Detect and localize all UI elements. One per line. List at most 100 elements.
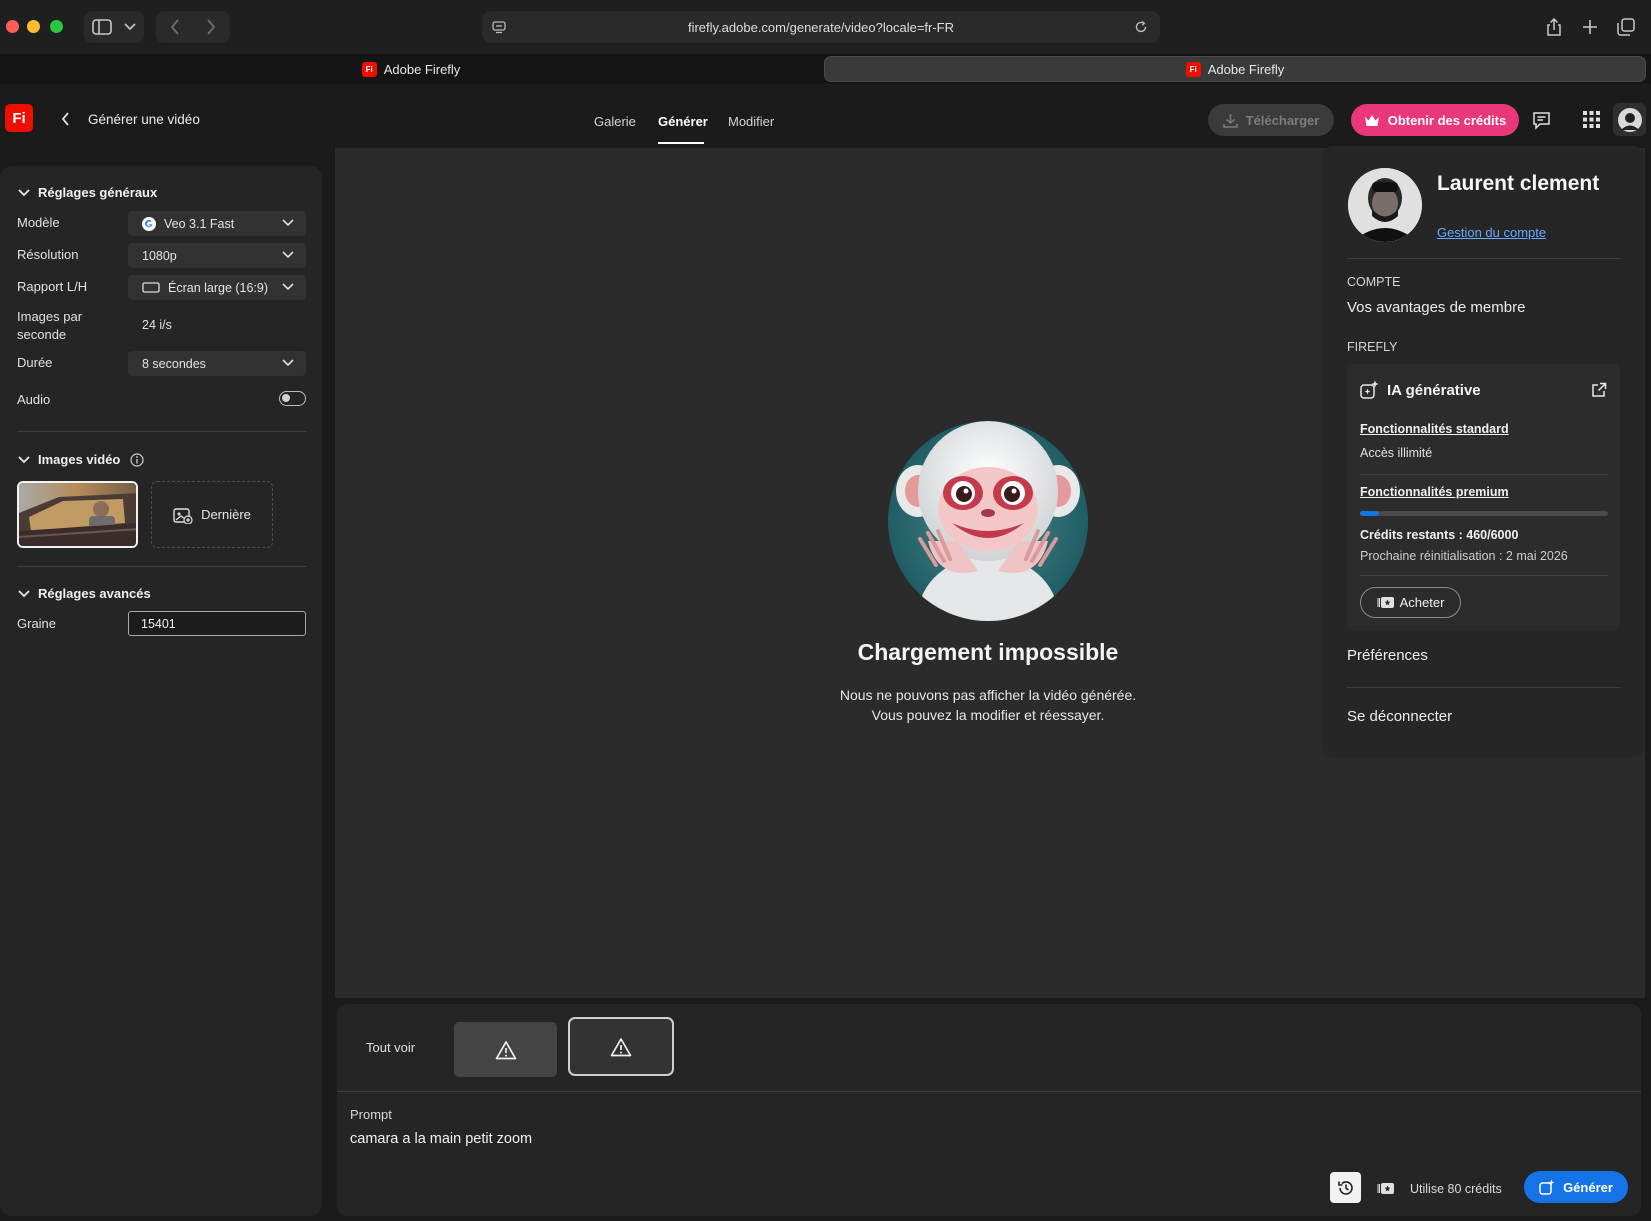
avatar	[1617, 107, 1642, 132]
credits-progress-bar	[1360, 511, 1608, 516]
video-images-header[interactable]: Images vidéo	[18, 452, 144, 467]
back-arrow-icon[interactable]	[170, 19, 180, 35]
ratio-select[interactable]: Écran large (16:9)	[128, 275, 306, 300]
get-credits-button[interactable]: Obtenir des crédits	[1351, 104, 1519, 136]
generation-thumbnail[interactable]	[454, 1022, 557, 1077]
tab-overview-button[interactable]	[1612, 11, 1640, 43]
share-button[interactable]	[1540, 11, 1568, 43]
advanced-settings-header[interactable]: Réglages avancés	[18, 586, 151, 601]
see-all-link[interactable]: Tout voir	[366, 1040, 415, 1055]
minimize-window-button[interactable]	[27, 20, 40, 33]
info-icon[interactable]	[130, 452, 144, 467]
member-benefits-link[interactable]: Vos avantages de membre	[1347, 299, 1525, 316]
history-button[interactable]	[1330, 1172, 1361, 1203]
plus-icon	[1583, 20, 1597, 34]
buy-label: Acheter	[1399, 595, 1445, 610]
generation-thumbnail-selected[interactable]	[568, 1017, 674, 1076]
address-bar[interactable]: firefly.adobe.com/generate/video?locale=…	[482, 11, 1160, 43]
firefly-logo[interactable]: Fi	[5, 104, 33, 132]
genai-card: IA générative Fonctionnalités standard A…	[1347, 364, 1620, 630]
account-management-link[interactable]: Gestion du compte	[1437, 225, 1546, 240]
model-value: Veo 3.1 Fast	[164, 216, 235, 231]
logout-link[interactable]: Se déconnecter	[1347, 708, 1452, 725]
last-frame-label: Dernière	[201, 507, 251, 522]
fps-value: 24 i/s	[142, 318, 172, 332]
apps-grid-icon[interactable]	[1583, 111, 1600, 128]
model-select[interactable]: Veo 3.1 Fast	[128, 211, 306, 236]
credits-icon	[1377, 597, 1394, 608]
resolution-select[interactable]: 1080p	[128, 243, 306, 268]
premium-features-link[interactable]: Fonctionnalités premium	[1360, 485, 1509, 499]
zoom-window-button[interactable]	[50, 20, 63, 33]
firefly-favicon-icon: Fi	[361, 61, 377, 77]
back-arrow-icon[interactable]	[61, 112, 70, 126]
sidebar-icon	[92, 19, 112, 35]
settings-panel: Réglages généraux Modèle Veo 3.1 Fast Ré…	[0, 166, 322, 1216]
close-window-button[interactable]	[6, 20, 19, 33]
general-settings-header[interactable]: Réglages généraux	[18, 185, 157, 200]
last-frame-dropzone[interactable]: Dernière	[151, 481, 273, 548]
generate-label: Générer	[1563, 1179, 1613, 1195]
first-frame-thumbnail[interactable]	[17, 481, 138, 548]
buy-button[interactable]: Acheter	[1360, 587, 1461, 618]
fps-label-line1: Images par	[17, 309, 83, 324]
error-title: Chargement impossible	[857, 639, 1119, 665]
audio-toggle[interactable]	[279, 391, 306, 406]
feedback-icon[interactable]	[1532, 111, 1551, 130]
divider	[17, 431, 306, 432]
download-button[interactable]: Télécharger	[1208, 104, 1334, 136]
browser-tab-active[interactable]: Fi Adobe Firefly	[824, 56, 1646, 82]
tab-modifier[interactable]: Modifier	[728, 114, 774, 129]
credits-progress-fill	[1360, 511, 1380, 516]
credits-icon	[1377, 1183, 1394, 1194]
share-icon	[1547, 18, 1561, 36]
tab-generer[interactable]: Générer	[658, 114, 708, 129]
external-link-icon[interactable]	[1591, 382, 1607, 398]
reload-icon[interactable]	[1134, 20, 1148, 34]
sidebar-toggle-button[interactable]	[84, 11, 144, 43]
get-credits-label: Obtenir des crédits	[1387, 112, 1507, 128]
fps-label: Images par seconde	[17, 308, 82, 344]
widescreen-icon	[142, 282, 160, 293]
history-icon	[1337, 1180, 1353, 1195]
history-nav	[156, 11, 230, 43]
standard-features-link[interactable]: Fonctionnalités standard	[1360, 422, 1509, 436]
preferences-link[interactable]: Préférences	[1347, 647, 1428, 664]
chevron-down-icon	[282, 359, 294, 367]
account-section-label: COMPTE	[1347, 275, 1401, 289]
page-settings-icon[interactable]	[492, 20, 506, 34]
prompt-textarea[interactable]: camara a la main petit zoom	[350, 1131, 1450, 1147]
tab-strip: Fi Adobe Firefly Fi Adobe Firefly	[0, 54, 1651, 84]
chevron-down-icon	[282, 283, 294, 291]
page-title: Générer une vidéo	[88, 112, 200, 127]
duration-select[interactable]: 8 secondes	[128, 351, 306, 376]
ratio-value: Écran large (16:9)	[168, 280, 269, 295]
seed-input[interactable]: 15401	[128, 611, 306, 636]
toggle-knob	[282, 394, 290, 402]
crown-icon	[1364, 114, 1379, 126]
reset-date-text: Prochaine réinitialisation : 2 mai 2026	[1360, 549, 1568, 563]
new-tab-button[interactable]	[1576, 11, 1604, 43]
browser-tab[interactable]: Fi Adobe Firefly	[0, 56, 822, 82]
profile-photo	[1348, 168, 1422, 242]
url-text: firefly.adobe.com/generate/video?locale=…	[687, 19, 955, 35]
model-label: Modèle	[17, 215, 60, 230]
download-icon	[1222, 113, 1238, 128]
warning-icon	[610, 1037, 632, 1056]
forward-arrow-icon[interactable]	[206, 19, 216, 35]
divider	[1347, 687, 1620, 688]
chevron-down-icon	[18, 589, 30, 597]
tab-galerie[interactable]: Galerie	[594, 114, 636, 129]
error-message-line2: Vous pouvez la modifier et réessayer.	[871, 707, 1105, 723]
error-mascot-image	[888, 421, 1088, 621]
profile-avatar-button[interactable]	[1613, 103, 1646, 136]
advanced-settings-title: Réglages avancés	[38, 586, 151, 601]
video-images-title: Images vidéo	[38, 452, 121, 467]
google-icon	[142, 216, 156, 231]
car-scene-thumbnail	[19, 483, 136, 546]
generate-button[interactable]: Générer	[1524, 1171, 1628, 1203]
fps-label-line2: seconde	[17, 327, 67, 342]
divider	[1360, 474, 1608, 475]
resolution-label: Résolution	[17, 247, 79, 262]
add-image-icon	[173, 507, 193, 524]
